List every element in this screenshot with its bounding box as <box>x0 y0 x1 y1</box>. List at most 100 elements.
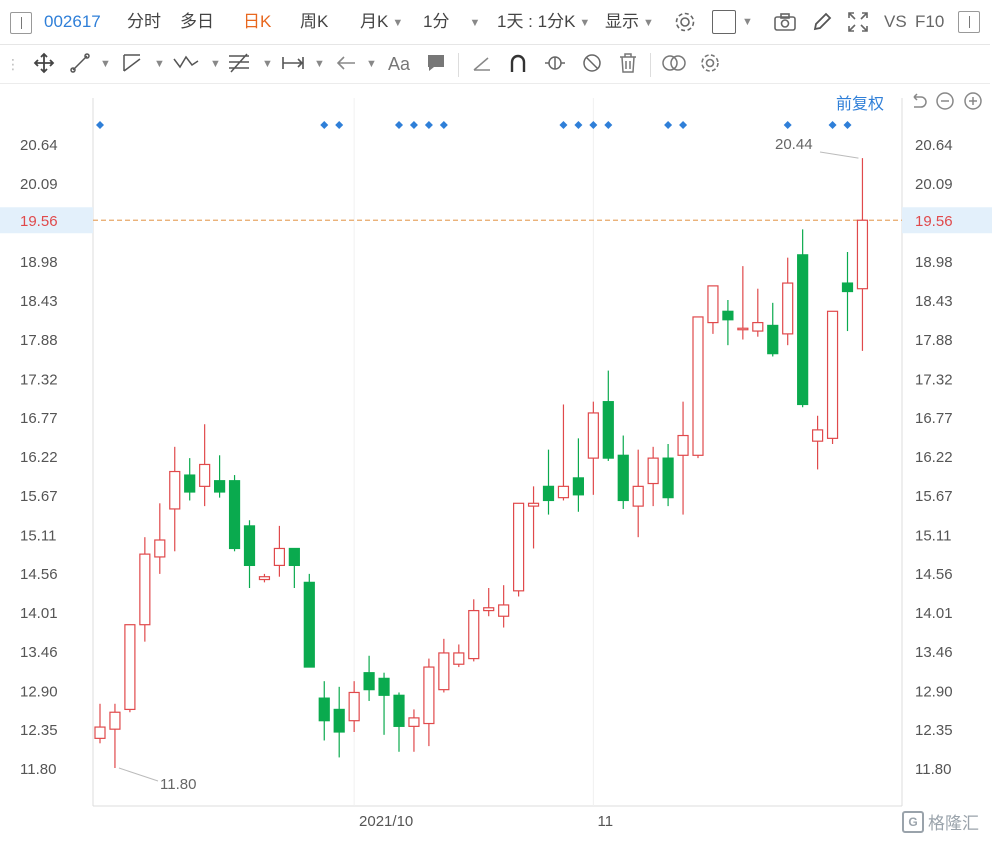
wave-tool-icon[interactable] <box>172 51 200 75</box>
toolbar-divider <box>650 53 651 77</box>
pencil-icon[interactable] <box>810 10 834 34</box>
line-tool-icon[interactable] <box>68 51 92 75</box>
tab-weekly-k[interactable]: 周K <box>300 0 328 44</box>
chevron-down-icon[interactable]: ▼ <box>314 58 325 70</box>
max-label-leader <box>819 151 859 159</box>
range-select[interactable]: 1天 : 1分K ▼ <box>497 0 590 44</box>
y-tick-label-right: 16.22 <box>915 449 953 466</box>
min-label-leader <box>118 767 159 782</box>
candle-down <box>333 708 345 733</box>
candle-down <box>662 457 674 499</box>
chevron-down-icon: ▼ <box>392 16 404 29</box>
y-tick-label-right: 20.64 <box>915 137 953 154</box>
stock-code[interactable]: 002617 <box>44 0 101 44</box>
y-tick-label-left: 18.98 <box>20 254 58 271</box>
candle-up <box>139 553 151 626</box>
candle-up <box>647 457 659 485</box>
y-tick-label-left: 14.56 <box>20 566 58 583</box>
candle-up <box>811 429 824 442</box>
measure-tool-icon[interactable] <box>280 51 306 75</box>
fib-tool-icon[interactable] <box>226 51 252 75</box>
magnet-icon[interactable] <box>506 51 530 75</box>
candle-up <box>856 219 869 290</box>
arrow-left-icon[interactable] <box>334 51 358 75</box>
y-tick-label-right: 17.32 <box>915 371 953 388</box>
candle-up <box>154 539 166 558</box>
max-price-label: 20.44 <box>775 136 813 153</box>
sync-drawing-icon[interactable] <box>542 51 568 75</box>
fullscreen-icon[interactable] <box>846 10 870 34</box>
y-tick-label-right: 13.46 <box>915 644 953 661</box>
candle-up <box>423 666 435 725</box>
kline-chart[interactable]: 2021/10 11 20.64 20.64 20.09 20.09 19.56 19.56 1… <box>0 84 992 841</box>
candle-down <box>303 581 315 668</box>
chevron-down-icon[interactable]: ▼ <box>210 58 221 70</box>
y-tick-label-left: 13.46 <box>20 644 58 661</box>
interval-select[interactable]: 1分 ▼ <box>423 0 480 44</box>
display-select[interactable]: 显示 ▼ <box>605 0 654 44</box>
candle-down <box>184 474 196 493</box>
chevron-down-icon[interactable]: ▼ <box>262 58 273 70</box>
candle-up <box>468 609 480 660</box>
f10-button[interactable]: F10 <box>915 0 944 44</box>
candle-down <box>767 324 779 355</box>
event-marker <box>96 121 104 129</box>
tab-multiday[interactable]: 多日 <box>180 0 214 44</box>
chevron-down-icon[interactable]: ▼ <box>100 58 111 70</box>
y-tick-label-right: 11.80 <box>915 761 951 778</box>
event-marker <box>783 121 792 129</box>
candle-up <box>199 463 211 487</box>
candle-up <box>258 576 271 581</box>
drag-handle-icon[interactable]: ⋮ <box>6 51 20 77</box>
angle-tool-icon[interactable] <box>470 51 494 75</box>
channel-tool-icon[interactable] <box>120 51 144 75</box>
y-tick-label-left: 17.88 <box>20 332 58 349</box>
chevron-down-icon: ▼ <box>469 16 481 29</box>
candle-down <box>228 480 241 550</box>
candle-down <box>363 672 375 691</box>
chevron-down-icon: ▼ <box>643 16 654 29</box>
candle-down <box>722 310 734 321</box>
tab-monthly-k[interactable]: 月K ▼ <box>360 0 403 44</box>
y-tick-label-right: 18.43 <box>915 293 953 310</box>
vs-button[interactable]: VS <box>884 0 907 44</box>
candle-down <box>617 454 629 502</box>
sidebar-toggle-icon[interactable] <box>10 12 32 34</box>
y-tick-label-right: 15.11 <box>915 527 951 544</box>
y-tick-label-left: 16.22 <box>20 449 58 466</box>
tab-daily-k[interactable]: 日K <box>243 0 271 44</box>
hide-drawing-icon[interactable] <box>580 51 604 75</box>
chevron-down-icon[interactable]: ▼ <box>366 58 377 70</box>
camera-icon[interactable] <box>772 10 798 34</box>
move-icon[interactable] <box>32 51 56 75</box>
chevron-down-icon[interactable]: ▼ <box>742 16 753 28</box>
event-marker <box>395 121 403 129</box>
settings-icon[interactable] <box>673 10 697 34</box>
comment-icon[interactable] <box>424 51 448 75</box>
trash-icon[interactable] <box>616 51 640 75</box>
y-tick-label-left: 11.80 <box>20 761 56 778</box>
y-tick-label-left: 20.64 <box>20 137 58 154</box>
y-tick-label-left: 12.90 <box>20 683 58 700</box>
display-label: 显示 <box>605 12 639 31</box>
candle-up <box>587 412 599 459</box>
panel-toggle-icon[interactable] <box>958 11 980 33</box>
y-tick-label-left: 16.77 <box>20 410 58 427</box>
text-tool-icon[interactable]: Aa <box>386 53 412 75</box>
candle-down <box>841 282 854 293</box>
candle-up <box>498 604 510 617</box>
layout-box-icon[interactable] <box>712 10 736 34</box>
interval-label: 1分 <box>423 12 450 31</box>
y-tick-label-right: 14.01 <box>915 605 953 622</box>
compare-icon[interactable] <box>660 51 688 75</box>
event-marker <box>439 121 448 129</box>
y-tick-label-left: 20.09 <box>20 176 58 193</box>
tab-intraday[interactable]: 分时 <box>127 0 161 44</box>
y-tick-label-left: 12.35 <box>20 722 58 739</box>
settings-icon[interactable] <box>698 51 722 75</box>
chevron-down-icon[interactable]: ▼ <box>154 58 165 70</box>
event-marker <box>320 121 329 129</box>
candle-down <box>318 697 330 722</box>
top-toolbar: 002617 分时 多日 日K 周K 月K ▼ 1分 ▼ 1天 : 1分K ▼ 显示 ▼… <box>0 0 990 45</box>
y-tick-label-left: 17.32 <box>20 371 58 388</box>
